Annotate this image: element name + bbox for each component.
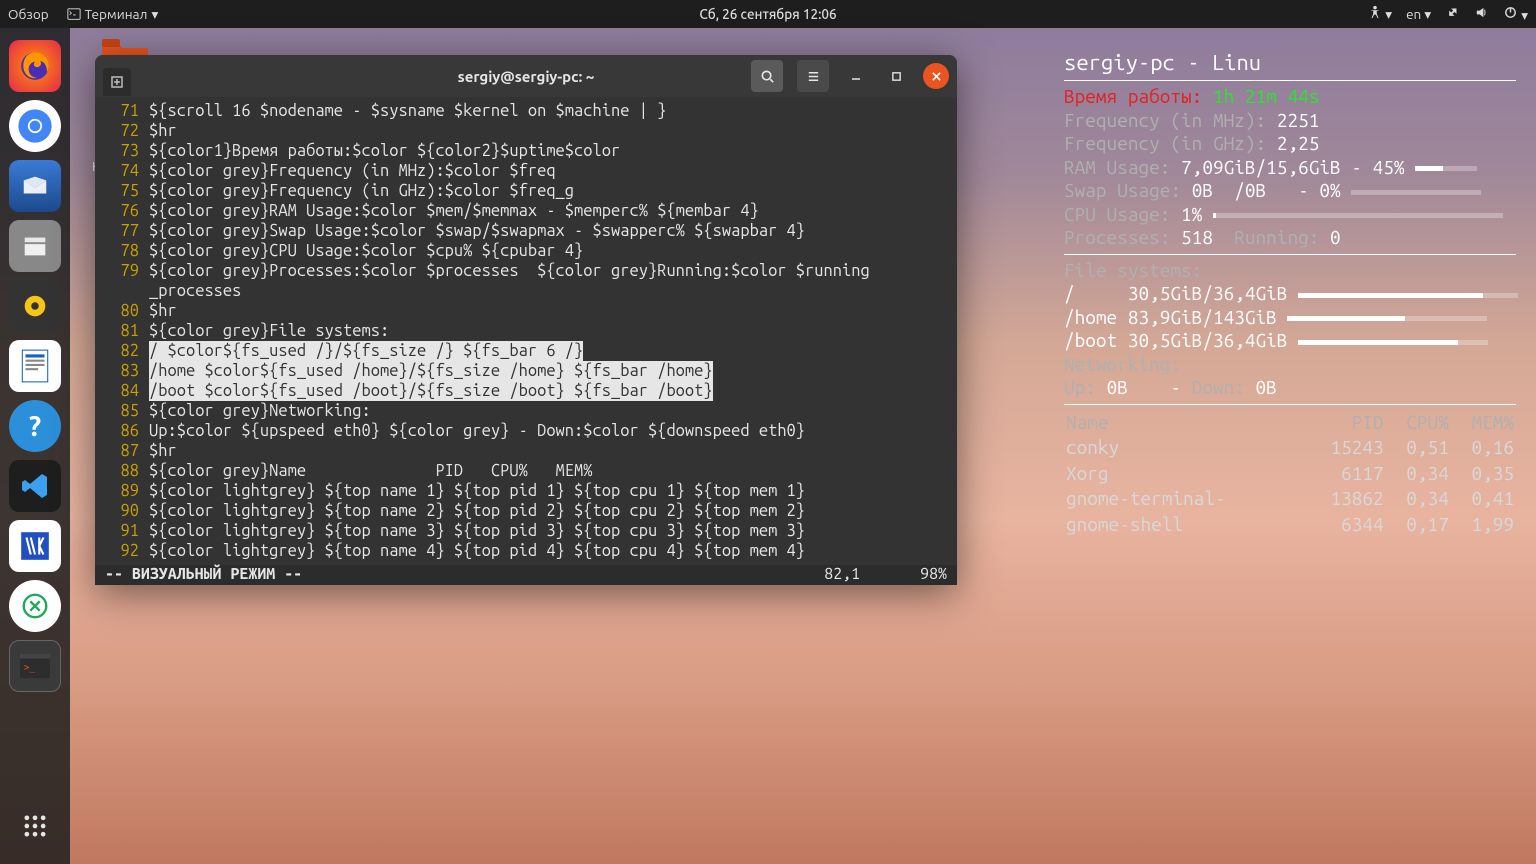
vim-cursor-pos: 82,1 — [824, 565, 860, 585]
keyboard-layout[interactable]: en ▾ — [1406, 6, 1431, 23]
dock: ? >_ — [0, 28, 70, 864]
activities-button[interactable]: Обзор — [8, 6, 49, 22]
chevron-down-icon: ▾ — [151, 6, 158, 23]
vim-status-line: -- ВИЗУАЛЬНЫЙ РЕЖИМ -- 82,1 98% — [95, 565, 957, 585]
power-icon[interactable]: ▾ — [1503, 5, 1528, 24]
clock[interactable]: Сб, 26 сентября 12:06 — [699, 6, 836, 22]
dock-remote[interactable] — [9, 580, 61, 632]
network-icon[interactable] — [1445, 5, 1460, 23]
dock-virtualbox[interactable] — [9, 520, 61, 572]
conky-hostname: sergiy-pc - Linu — [1064, 50, 1516, 76]
dock-terminal-active[interactable]: >_ — [9, 640, 61, 692]
vim-mode: -- ВИЗУАЛЬНЫЙ РЕЖИМ -- — [105, 565, 302, 585]
vim-scroll-pct: 98% — [920, 565, 947, 585]
volume-icon[interactable] — [1474, 5, 1489, 23]
terminal-title: sergiy@sergiy-pc: ~ — [458, 68, 595, 85]
swap-bar — [1351, 190, 1481, 195]
app-menu-label: Терминал — [85, 6, 148, 22]
terminal-content[interactable]: 71${scroll 16 $nodename - $sysname $kern… — [95, 97, 957, 565]
ram-bar — [1415, 166, 1477, 171]
terminal-window: sergiy@sergiy-pc: ~ 71${scroll 16 $noden… — [95, 55, 957, 585]
conky-top-table: NamePIDCPU%MEM% conky152430,510,16 Xorg6… — [1064, 409, 1516, 539]
menu-button[interactable] — [797, 60, 829, 92]
terminal-icon — [67, 7, 81, 21]
dock-help[interactable]: ? — [9, 400, 61, 452]
dock-chromium[interactable] — [9, 100, 61, 152]
maximize-button[interactable] — [883, 63, 909, 89]
dock-libreoffice[interactable] — [9, 340, 61, 392]
dock-rhythmbox[interactable] — [9, 280, 61, 332]
dock-vscode[interactable] — [9, 460, 61, 512]
top-panel: Обзор Терминал ▾ Сб, 26 сентября 12:06 ▾… — [0, 0, 1536, 28]
cpu-bar — [1213, 213, 1503, 218]
conky-panel: sergiy-pc - Linu Время работы: 1h 21m 44… — [1064, 50, 1516, 538]
dock-files[interactable] — [9, 220, 61, 272]
minimize-button[interactable] — [843, 63, 869, 89]
search-button[interactable] — [751, 60, 783, 92]
close-button[interactable] — [923, 63, 949, 89]
dock-thunderbird[interactable] — [9, 160, 61, 212]
accessibility-icon[interactable]: ▾ — [1368, 5, 1392, 23]
new-tab-button[interactable] — [103, 68, 131, 96]
dock-firefox[interactable] — [9, 40, 61, 92]
dock-show-apps[interactable] — [9, 800, 61, 852]
svg-text:>_: >_ — [24, 663, 36, 674]
terminal-titlebar[interactable]: sergiy@sergiy-pc: ~ — [95, 55, 957, 97]
app-menu[interactable]: Терминал ▾ — [67, 6, 159, 23]
